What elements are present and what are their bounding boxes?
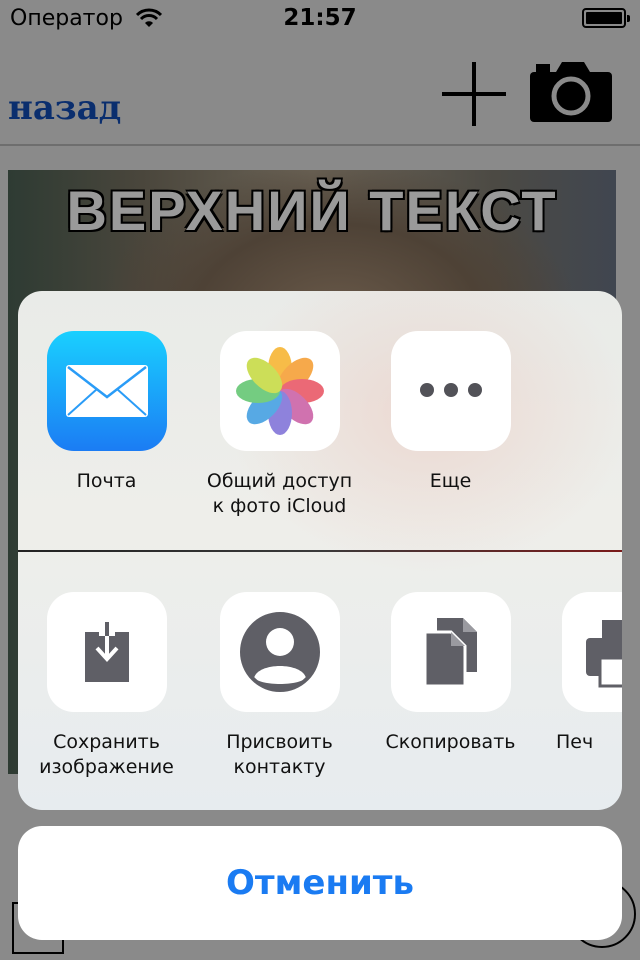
contact-icon: [219, 592, 340, 712]
plus-icon[interactable]: [442, 62, 506, 126]
print-icon: [561, 592, 622, 712]
camera-icon[interactable]: [530, 62, 612, 122]
action-save-label-line1: Сохранить: [53, 731, 160, 753]
action-copy[interactable]: Скопировать: [365, 592, 536, 755]
share-icloud-label: Общий доступ к фото iCloud: [194, 469, 365, 519]
action-contact-label: Присвоить контакту: [194, 730, 365, 780]
clock: 21:57: [283, 5, 357, 31]
save-image-icon: [46, 592, 167, 712]
share-icloud-photos[interactable]: Общий доступ к фото iCloud: [194, 331, 365, 519]
battery-icon: [582, 8, 630, 28]
share-sheet: Почта Общий доступ к фото iCloud Еще Сох…: [18, 291, 622, 810]
share-apps-row: Почта Общий доступ к фото iCloud Еще: [18, 291, 622, 550]
share-mail[interactable]: Почта: [21, 331, 192, 494]
nav-bar: назад: [0, 40, 640, 146]
action-save-label: Сохранить изображение: [21, 730, 192, 780]
action-print-label: Печ: [556, 731, 594, 753]
copy-icon: [390, 592, 511, 712]
back-button[interactable]: назад: [8, 88, 121, 128]
share-icloud-label-line2: к фото iCloud: [212, 495, 347, 517]
share-more-label: Еще: [429, 470, 472, 492]
meme-top-text: ВЕРХНИЙ ТЕКСТ: [66, 179, 558, 242]
share-more[interactable]: Еще: [365, 331, 536, 494]
cancel-button[interactable]: Отменить: [18, 826, 622, 940]
share-mail-label: Почта: [76, 470, 137, 492]
action-save-image[interactable]: Сохранить изображение: [21, 592, 192, 780]
action-assign-contact[interactable]: Присвоить контакту: [194, 592, 365, 780]
mail-icon: [46, 331, 167, 451]
action-print[interactable]: Печ: [536, 592, 622, 755]
action-contact-label-line1: Присвоить: [226, 731, 333, 753]
action-contact-label-line2: контакту: [233, 756, 326, 778]
photos-icon: [219, 331, 340, 451]
action-copy-label: Скопировать: [385, 731, 516, 753]
share-actions-row: Сохранить изображение Присвоить контакту: [18, 552, 622, 810]
share-icloud-label-line1: Общий доступ: [206, 470, 353, 492]
more-icon: [390, 331, 511, 451]
status-bar: Оператор 21:57: [0, 0, 640, 40]
action-save-label-line2: изображение: [39, 756, 174, 778]
